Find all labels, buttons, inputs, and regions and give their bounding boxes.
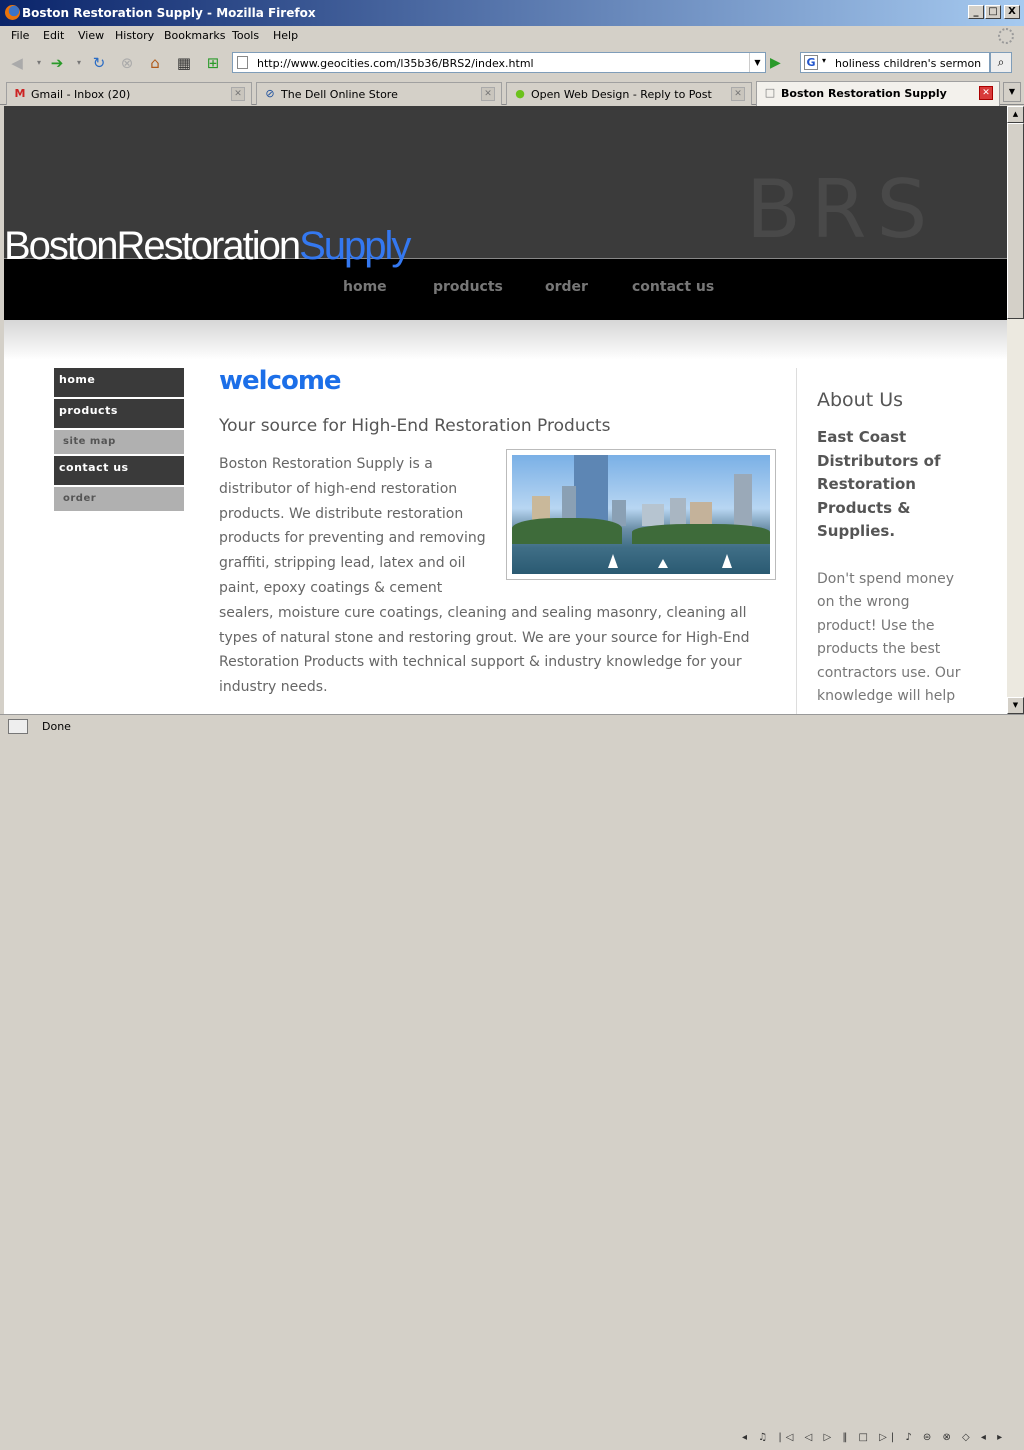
scroll-thumb[interactable] — [1007, 123, 1024, 319]
back-dropdown-icon[interactable]: ▾ — [30, 54, 48, 72]
menu-bookmarks[interactable]: Bookmarks — [164, 29, 225, 42]
sidenav-home[interactable]: home — [54, 368, 184, 397]
stop-icon[interactable]: ⊗ — [118, 54, 136, 72]
tab-label: Gmail - Inbox (20) — [31, 88, 131, 101]
window-title: Boston Restoration Supply - Mozilla Fire… — [22, 6, 316, 20]
add-bookmark-icon[interactable]: ⊞ — [204, 54, 222, 72]
forward-icon[interactable]: ➔ — [48, 54, 66, 72]
vertical-scrollbar[interactable]: ▲ ▼ — [1007, 106, 1024, 714]
sidebar-toggle-icon[interactable] — [8, 719, 28, 734]
tab-gmail[interactable]: M Gmail - Inbox (20) ✕ — [6, 82, 252, 105]
topnav-products[interactable]: products — [433, 279, 503, 295]
tab-close-icon[interactable]: ✕ — [979, 86, 993, 100]
forward-dropdown-icon[interactable]: ▾ — [70, 54, 88, 72]
welcome-heading: welcome — [219, 366, 342, 396]
menu-file[interactable]: File — [11, 29, 29, 42]
back-icon[interactable]: ◀ — [8, 54, 26, 72]
sidenav-site-map[interactable]: site map — [54, 430, 184, 454]
menu-bar: File Edit View History Bookmarks Tools H… — [0, 26, 1024, 46]
search-box[interactable]: G ▾ holiness children's sermon — [800, 52, 990, 73]
reload-icon[interactable]: ↻ — [90, 54, 108, 72]
side-navigation: home products site map contact us order — [54, 368, 184, 513]
page-viewport: BRS BostonRestorationSupply home product… — [4, 106, 1007, 714]
activity-throbber-icon — [998, 28, 1014, 44]
sidenav-order[interactable]: order — [54, 487, 184, 511]
site-logo[interactable]: BostonRestorationSupply — [4, 224, 411, 268]
menu-history[interactable]: History — [115, 29, 154, 42]
menu-tools[interactable]: Tools — [232, 29, 259, 42]
page-icon — [237, 56, 248, 69]
status-bar: Done ◂ ♫ |◁ ◁ ▷ ‖ □ ▷| ♪ ⊜ ⊗ ◇ ◂ ▸ — [0, 714, 1024, 1443]
logo-main: BostonRestoration — [4, 224, 301, 268]
about-heading: About Us — [817, 389, 904, 411]
address-url[interactable]: http://www.geocities.com/l35b36/BRS2/ind… — [257, 57, 534, 70]
tab-list-icon[interactable]: ▼ — [1003, 82, 1021, 102]
brs-watermark: BRS — [746, 163, 938, 256]
media-controls-icon[interactable]: ◂ ♫ |◁ ◁ ▷ ‖ □ ▷| ♪ ⊜ ⊗ ◇ ◂ ▸ — [742, 1432, 1006, 1450]
reader-icon[interactable]: ▦ — [175, 54, 193, 72]
search-engine-icon[interactable]: G — [804, 55, 818, 70]
minimize-button[interactable]: _ — [968, 5, 984, 19]
tab-label: Open Web Design - Reply to Post — [531, 88, 712, 101]
tab-bar: M Gmail - Inbox (20) ✕ ⊘ The Dell Online… — [0, 80, 1024, 106]
tab-close-icon[interactable]: ✕ — [731, 87, 745, 101]
topnav-order[interactable]: order — [545, 279, 588, 295]
sidenav-contact-us[interactable]: contact us — [54, 456, 184, 485]
about-paragraph: Don't spend money on the wrong product! … — [817, 571, 961, 705]
topnav-contact-us[interactable]: contact us — [632, 279, 714, 295]
close-button[interactable]: X — [1004, 5, 1020, 19]
tab-open-web-design[interactable]: ● Open Web Design - Reply to Post ✕ — [506, 82, 752, 105]
sidenav-products[interactable]: products — [54, 399, 184, 428]
tagline: Your source for High-End Restoration Pro… — [219, 416, 611, 436]
tab-dell[interactable]: ⊘ The Dell Online Store ✕ — [256, 82, 502, 105]
maximize-button[interactable]: □ — [985, 5, 1001, 19]
tab-boston-restoration[interactable]: □ Boston Restoration Supply ✕ — [756, 81, 1000, 106]
tab-label: The Dell Online Store — [281, 88, 398, 101]
tab-label: Boston Restoration Supply — [781, 87, 947, 100]
tab-close-icon[interactable]: ✕ — [481, 87, 495, 101]
menu-edit[interactable]: Edit — [43, 29, 64, 42]
boston-skyline-photo — [506, 449, 776, 580]
address-bar[interactable]: http://www.geocities.com/l35b36/BRS2/ind… — [232, 52, 766, 73]
column-divider — [796, 368, 797, 714]
search-query[interactable]: holiness children's sermon — [835, 57, 981, 70]
scroll-down-icon[interactable]: ▼ — [1007, 697, 1024, 714]
address-dropdown-icon[interactable]: ▼ — [749, 53, 765, 72]
status-text: Done — [42, 720, 71, 733]
header-fade — [4, 320, 1007, 360]
window-titlebar[interactable]: Boston Restoration Supply - Mozilla Fire… — [0, 0, 1024, 26]
tab-close-icon[interactable]: ✕ — [231, 87, 245, 101]
dell-icon: ⊘ — [265, 87, 275, 100]
gmail-icon: M — [14, 87, 26, 100]
home-icon[interactable]: ⌂ — [146, 54, 164, 72]
search-icon[interactable]: ⌕ — [990, 52, 1012, 73]
page-icon: □ — [764, 86, 776, 99]
search-engine-dropdown-icon[interactable]: ▾ — [822, 56, 826, 65]
leaf-icon: ● — [515, 87, 525, 100]
logo-accent: Supply — [299, 224, 411, 268]
go-icon[interactable]: ▶ — [770, 54, 788, 72]
about-subheading: East Coast Distributors of Restoration P… — [817, 428, 941, 541]
menu-help[interactable]: Help — [273, 29, 298, 42]
scroll-up-icon[interactable]: ▲ — [1007, 106, 1024, 123]
skyline-image — [512, 455, 770, 574]
menu-view[interactable]: View — [78, 29, 104, 42]
firefox-icon — [5, 5, 20, 20]
topnav-home[interactable]: home — [343, 279, 387, 295]
